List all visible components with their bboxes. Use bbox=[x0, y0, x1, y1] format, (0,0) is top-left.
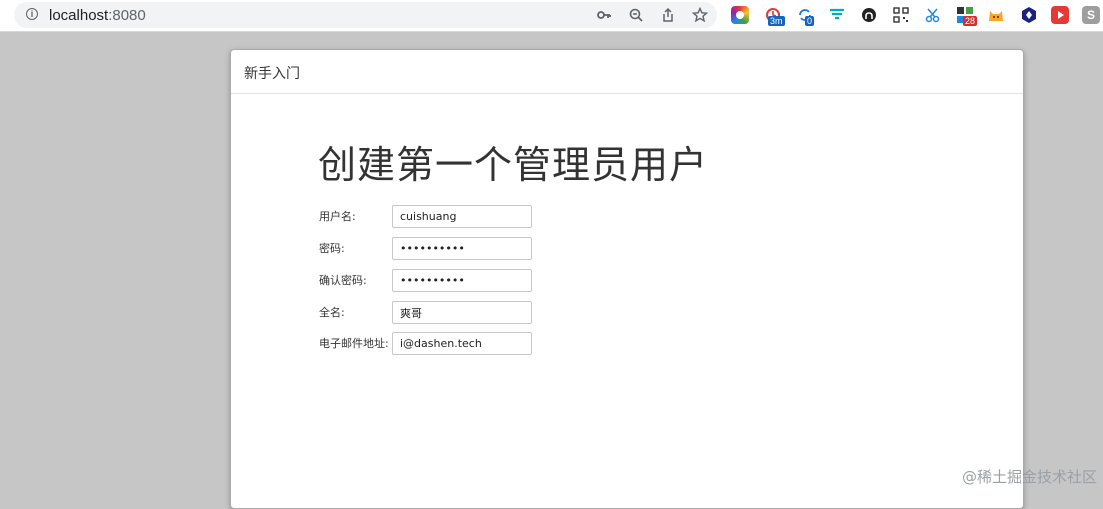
qr-code-icon[interactable] bbox=[892, 6, 910, 24]
video-extension-icon[interactable] bbox=[1051, 6, 1069, 24]
url-port: :8080 bbox=[108, 7, 146, 24]
url-host: localhost bbox=[49, 7, 109, 24]
timer-badge: 3m bbox=[768, 16, 785, 26]
confirm-password-row: 确认密码: bbox=[319, 269, 559, 293]
apps-extension-icon[interactable]: 28 bbox=[956, 6, 978, 26]
browser-toolbar: i localhost:8080 3m 0 28 S bbox=[0, 0, 1103, 32]
password-input[interactable] bbox=[392, 237, 532, 260]
fullname-input[interactable] bbox=[392, 301, 532, 324]
fullname-row: 全名: bbox=[319, 301, 559, 325]
info-icon[interactable]: i bbox=[26, 8, 38, 20]
sync-badge: 0 bbox=[805, 16, 815, 26]
dialog-title: 新手入门 bbox=[244, 66, 300, 82]
username-input[interactable] bbox=[392, 205, 532, 228]
address-bar[interactable]: i localhost:8080 bbox=[14, 2, 717, 28]
setup-dialog: 新手入门 创建第一个管理员用户 用户名: 密码: 确认密码: 全名: 电子邮件地… bbox=[230, 49, 1024, 509]
dialog-header: 新手入门 bbox=[231, 50, 1023, 94]
profile-s-icon[interactable]: S bbox=[1082, 6, 1100, 24]
email-row: 电子邮件地址: bbox=[319, 332, 559, 356]
password-label: 密码: bbox=[319, 242, 345, 255]
timer-extension-icon[interactable]: 3m bbox=[764, 6, 785, 26]
github-icon[interactable] bbox=[860, 6, 878, 24]
scissors-icon[interactable] bbox=[924, 6, 942, 24]
username-row: 用户名: bbox=[319, 205, 559, 229]
key-icon[interactable] bbox=[596, 7, 612, 23]
email-label: 电子邮件地址: bbox=[319, 337, 389, 350]
sync-extension-icon[interactable]: 0 bbox=[796, 6, 815, 26]
email-input[interactable] bbox=[392, 332, 532, 355]
bookmark-star-icon[interactable] bbox=[692, 7, 708, 23]
color-picker-extension-icon[interactable] bbox=[731, 6, 749, 24]
confirm-password-input[interactable] bbox=[392, 269, 532, 292]
apps-badge: 28 bbox=[963, 16, 978, 26]
filter-extension-icon[interactable] bbox=[828, 6, 846, 24]
zoom-out-icon[interactable] bbox=[628, 7, 644, 23]
url-text[interactable]: localhost:8080 bbox=[49, 7, 146, 24]
username-label: 用户名: bbox=[319, 210, 356, 223]
watermark: @稀土掘金技术社区 bbox=[961, 468, 1097, 486]
password-row: 密码: bbox=[319, 237, 559, 261]
confirm-password-label: 确认密码: bbox=[319, 274, 367, 287]
fullname-label: 全名: bbox=[319, 306, 345, 319]
hexagon-extension-icon[interactable] bbox=[1020, 6, 1038, 24]
share-icon[interactable] bbox=[660, 7, 676, 23]
cat-extension-icon[interactable] bbox=[987, 6, 1005, 24]
page-heading: 创建第一个管理员用户 bbox=[318, 143, 709, 187]
